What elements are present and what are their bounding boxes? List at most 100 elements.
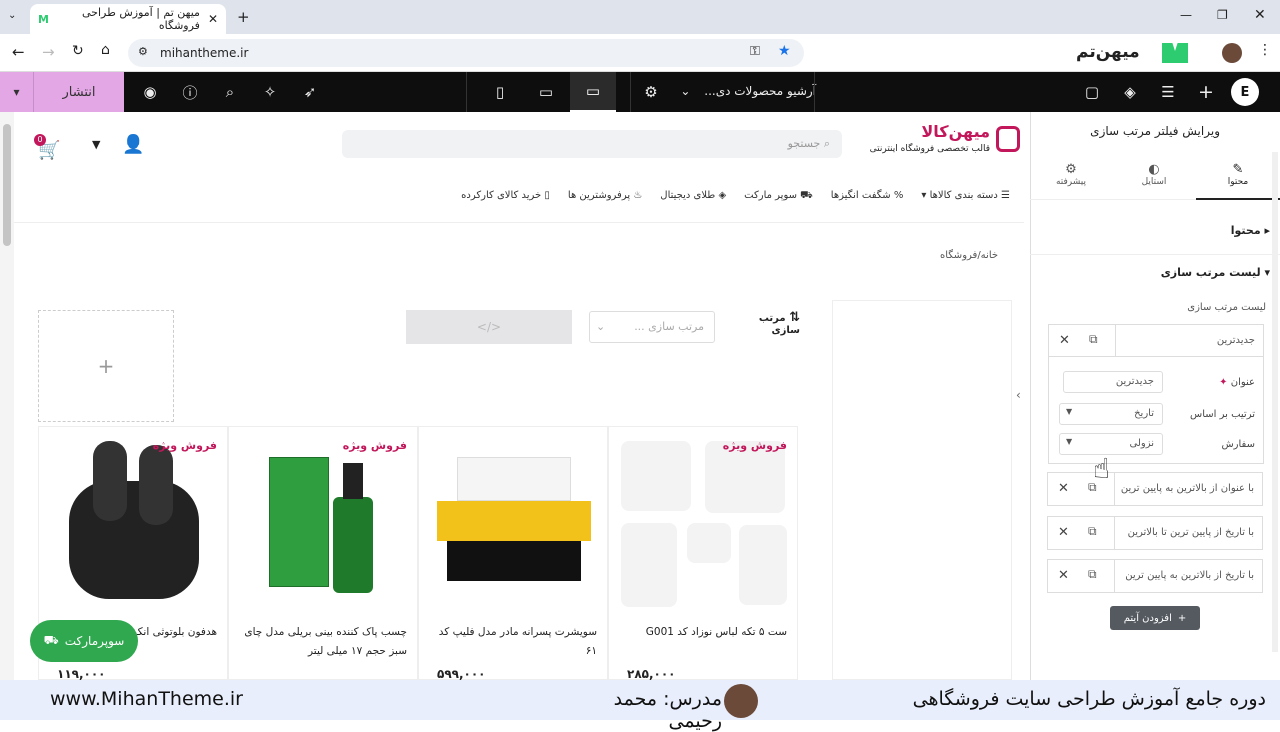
- duplicate-icon[interactable]: ⧉: [1088, 567, 1097, 582]
- nav-item-supermarket[interactable]: ⛟ سوپر مارکت: [744, 190, 813, 210]
- back-icon[interactable]: ←: [12, 43, 25, 61]
- supermarket-floating-button[interactable]: سوپرمارکت ⛟: [30, 620, 138, 662]
- bookmark-star-icon[interactable]: ★: [778, 43, 791, 59]
- mobile-view-icon[interactable]: ▯: [490, 82, 510, 102]
- chevron-down-icon: ⌄: [680, 84, 691, 98]
- repeater-item-header[interactable]: جدیدترین ⧉ ✕: [1049, 325, 1263, 357]
- tab-content[interactable]: ✎ محتوا: [1196, 152, 1280, 200]
- duplicate-icon[interactable]: ⧉: [1088, 524, 1097, 539]
- sort-select[interactable]: مرتب سازی ... ⌄: [589, 311, 715, 343]
- user-icon[interactable]: 👤: [122, 134, 144, 155]
- product-image[interactable]: [269, 457, 373, 593]
- add-item-button[interactable]: + افزودن آیتم: [1110, 606, 1200, 630]
- tablet-view-icon[interactable]: ▭: [536, 82, 556, 102]
- forward-icon[interactable]: →: [42, 43, 55, 61]
- remove-icon[interactable]: ✕: [1058, 525, 1069, 540]
- search-icon[interactable]: ⌕: [220, 82, 240, 102]
- nav-item-categories[interactable]: ☰ دسته بندی کالاها ▾: [921, 190, 1010, 210]
- home-icon[interactable]: ⌂: [101, 42, 110, 58]
- product-card[interactable]: فروش ویژه چسب پاک کننده بینی بریلی مدل چ…: [228, 426, 418, 680]
- password-key-icon[interactable]: ⚿: [750, 44, 760, 59]
- desktop-view-icon[interactable]: ▭: [570, 72, 616, 112]
- nav-item-used[interactable]: ▯ خرید کالای کارکرده: [461, 190, 550, 210]
- add-element-icon[interactable]: +: [1196, 81, 1216, 103]
- breadcrumb[interactable]: خانه/فروشگاه: [940, 250, 998, 261]
- publish-button[interactable]: انتشار: [34, 72, 124, 112]
- cart-icon[interactable]: 🛒 0: [34, 134, 62, 161]
- video-footer-banner: دوره جامع آموزش طراحی سایت فروشگاهی مدرس…: [0, 680, 1280, 732]
- repeater-item[interactable]: با تاریخ از بالاترین به پایین ترین ⧉ ✕: [1047, 559, 1263, 593]
- help-icon[interactable]: ⓘ: [180, 82, 200, 102]
- sort-icon: ⇅: [789, 310, 800, 325]
- nav-item-bestsellers[interactable]: ♨ پرفروشترین ها: [568, 190, 642, 210]
- teacher-name: مدرس: محمد رحیمی: [613, 688, 722, 732]
- ai-sparkle-icon[interactable]: ✦: [1219, 377, 1227, 388]
- nav-item-amazing[interactable]: % شگفت انگیزها: [831, 190, 904, 210]
- notification-icon[interactable]: ✧: [260, 82, 280, 102]
- remove-icon[interactable]: ✕: [1058, 481, 1069, 496]
- title-input[interactable]: جدیدترین: [1063, 371, 1163, 393]
- remove-icon[interactable]: ✕: [1058, 568, 1069, 583]
- repeater-item[interactable]: با عنوان از بالاترین به پایین ترین ⧉ ✕: [1047, 472, 1263, 506]
- remove-icon[interactable]: ✕: [1059, 333, 1070, 348]
- nav-item-digital-gold[interactable]: ◈ طلای دیجیتال: [660, 190, 726, 210]
- comments-icon[interactable]: ▢: [1082, 82, 1102, 102]
- page-selector[interactable]: آرشیو محصولات دی... ⌄: [676, 84, 816, 98]
- code-widget-placeholder[interactable]: </>: [406, 310, 572, 344]
- gear-icon: ⚙: [1065, 162, 1077, 177]
- divider: [814, 72, 815, 112]
- maximize-icon[interactable]: ❐: [1217, 8, 1228, 22]
- reload-icon[interactable]: ↻: [72, 43, 84, 59]
- browser-menu-icon[interactable]: ⋮: [1258, 42, 1272, 58]
- search-icon: ⌕: [823, 137, 830, 150]
- editor-toolbar: ▾ انتشار ◉ ⓘ ⌕ ✧ ➶ ▯ ▭ ▭ ⚙ آرشیو محصولات…: [0, 72, 1280, 112]
- site-info-icon[interactable]: ⚙: [138, 45, 148, 58]
- product-image[interactable]: [437, 457, 591, 587]
- minimize-icon[interactable]: —: [1180, 8, 1192, 22]
- close-window-icon[interactable]: ✕: [1254, 7, 1266, 23]
- tab-list-chevron-icon[interactable]: ⌄: [8, 10, 16, 21]
- product-image[interactable]: [69, 441, 199, 603]
- repeater-item[interactable]: با تاریخ از پایین ترین تا بالاترین ⧉ ✕: [1047, 516, 1263, 550]
- order-select[interactable]: نزولی ▼: [1059, 433, 1163, 455]
- add-widget-placeholder[interactable]: +: [38, 310, 174, 422]
- product-card[interactable]: فروش ویژه ست ۵ تکه لباس نوزاد کد G001 ۲۸…: [608, 426, 798, 681]
- tab-style[interactable]: ◐ استایل: [1112, 152, 1196, 200]
- preview-eye-icon[interactable]: ◉: [140, 82, 160, 102]
- title-field-label: عنوان ✦: [1219, 377, 1255, 388]
- site-logo[interactable]: میهن‌کالا قالب تخصصی فروشگاه اینترنتی: [860, 122, 1020, 162]
- rocket-icon[interactable]: ➶: [300, 82, 320, 102]
- close-tab-icon[interactable]: ✕: [208, 12, 218, 26]
- section-content-toggle[interactable]: ▸ محتوا: [1231, 224, 1270, 237]
- page-settings-gear-icon[interactable]: ⚙: [641, 82, 661, 102]
- product-price: ۱۱۹,۰۰۰: [57, 667, 106, 681]
- url-text: mihantheme.ir: [160, 46, 249, 60]
- settings-sliders-icon[interactable]: ☰: [1158, 82, 1178, 102]
- course-title: دوره جامع آموزش طراحی سایت فروشگاهی: [912, 688, 1266, 710]
- elementor-logo-icon[interactable]: E: [1231, 78, 1259, 106]
- product-card[interactable]: سویشرت پسرانه مادر مدل فلیپ کد ۶۱ ۵۹۹,۰۰…: [418, 426, 608, 681]
- section-sort-list-toggle[interactable]: ▾ لیست مرتب سازی: [1161, 266, 1270, 279]
- chevron-down-icon: ▼: [1066, 437, 1073, 446]
- panel-scrollbar[interactable]: [1272, 152, 1278, 652]
- order-by-select[interactable]: تاریخ ▼: [1059, 403, 1163, 425]
- url-field[interactable]: ⚙ mihantheme.ir ⚿ ★: [128, 39, 804, 67]
- product-title[interactable]: ست ۵ تکه لباس نوزاد کد G001: [617, 623, 787, 642]
- sale-badge: فروش ویژه: [342, 439, 407, 452]
- product-image[interactable]: [621, 435, 789, 607]
- browser-tab[interactable]: ✕ میهن تم | آموزش طراحی فروشگاه M: [30, 4, 226, 34]
- search-input[interactable]: ⌕ جستجو: [342, 130, 842, 158]
- publish-options-chevron-icon[interactable]: ▾: [0, 72, 34, 112]
- duplicate-icon[interactable]: ⧉: [1089, 332, 1098, 347]
- product-title[interactable]: چسب پاک کننده بینی بریلی مدل چای سبز حجم…: [237, 623, 407, 661]
- chevron-down-icon: ⌄: [596, 320, 606, 333]
- canvas-scrollbar[interactable]: [0, 112, 14, 680]
- new-tab-icon[interactable]: +: [237, 8, 250, 26]
- panel-collapse-chevron-icon[interactable]: ‹: [1016, 388, 1021, 402]
- layers-icon[interactable]: ◈: [1120, 82, 1140, 102]
- profile-avatar[interactable]: [1222, 43, 1242, 63]
- product-title[interactable]: سویشرت پسرانه مادر مدل فلیپ کد ۶۱: [427, 623, 597, 661]
- footer-site-url: www.MihanTheme.ir: [50, 688, 243, 710]
- tab-advanced[interactable]: ⚙ پیشرفته: [1030, 152, 1112, 200]
- account-dropdown-chevron-icon[interactable]: ▼: [92, 138, 100, 151]
